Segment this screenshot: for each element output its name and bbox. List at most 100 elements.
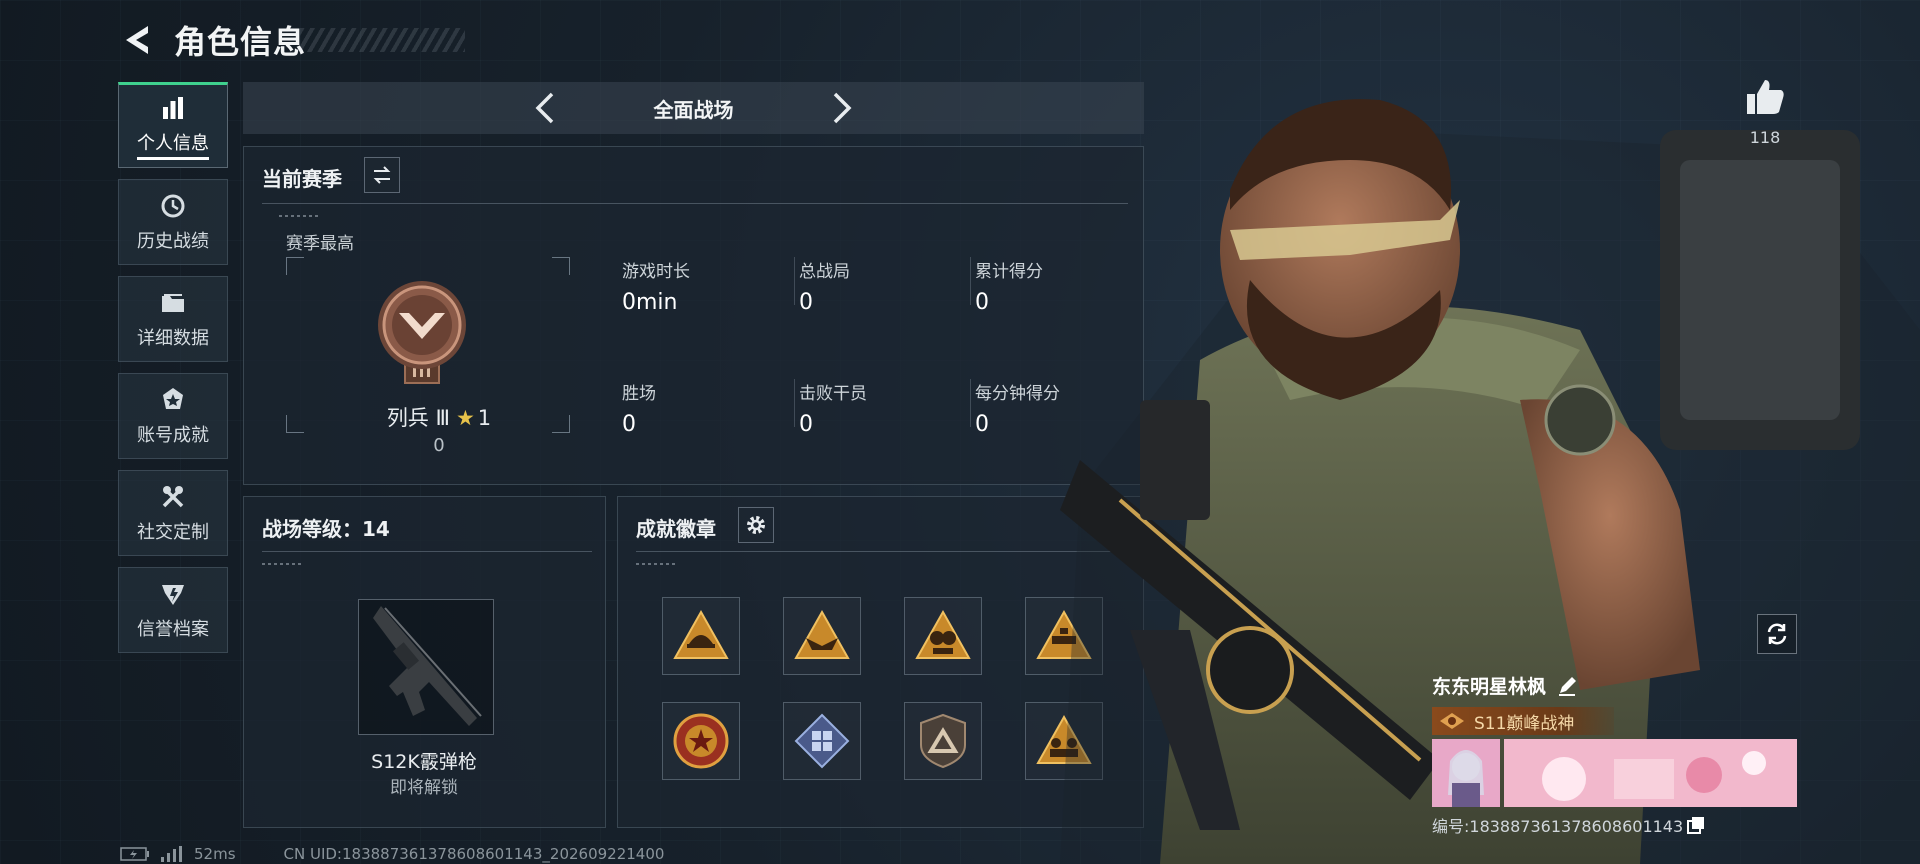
card-images <box>1432 739 1802 807</box>
badge-slot[interactable] <box>904 597 982 675</box>
nav-item-achievements[interactable]: 账号成就 <box>118 373 228 459</box>
nav-label: 社交定制 <box>137 522 209 543</box>
thumbs-up-icon[interactable] <box>1745 78 1785 116</box>
history-clock-icon <box>161 194 185 218</box>
gear-icon <box>747 516 765 534</box>
divider-ticks <box>262 563 302 565</box>
divider-ticks <box>279 215 319 217</box>
stat-label: 胜场 <box>622 384 656 404</box>
nav-label: 账号成就 <box>137 425 209 446</box>
back-arrow-icon[interactable] <box>120 22 156 58</box>
chevron-left-icon[interactable] <box>528 90 564 126</box>
footer-uid: CN UID:18388736137860860114​3_2026092214… <box>283 845 665 863</box>
rotate-view-button[interactable] <box>1757 614 1797 654</box>
player-banner[interactable] <box>1504 739 1797 807</box>
side-nav: 个人信息 历史战绩 详细数据 账号成就 社交定制 信誉档案 <box>118 82 228 664</box>
player-title-plate[interactable]: S11巅峰战神 <box>1432 707 1614 735</box>
season-best-label: 赛季最高 <box>286 234 354 254</box>
player-name: 东东明星林枫 <box>1432 676 1547 698</box>
stat-divider <box>970 379 971 427</box>
divider-ticks <box>636 563 676 565</box>
badge-slot[interactable] <box>904 702 982 780</box>
nav-item-personal-info[interactable]: 个人信息 <box>118 82 228 168</box>
shotgun-image <box>373 606 482 726</box>
rank-stars: 1 <box>477 406 492 430</box>
stat-value: 0 <box>799 412 813 437</box>
player-title: S11巅峰战神 <box>1474 713 1575 734</box>
crate-badge-icon <box>794 713 850 769</box>
copy-icon[interactable] <box>1687 816 1705 834</box>
stat-divider <box>794 257 795 305</box>
rank-name-text: 列兵 Ⅲ <box>386 406 450 430</box>
shield-badge-icon <box>920 713 966 769</box>
nav-label: 信誉档案 <box>137 619 209 640</box>
player-uid-row: 编号:18388736137860860114​3 <box>1432 813 1802 837</box>
season-divider <box>262 203 1128 204</box>
status-footer: 52ms CN UID:18388736137860860114​3_20260… <box>120 844 664 864</box>
player-uid: 编号:18388736137860860114​3 <box>1432 817 1684 836</box>
battery-icon <box>120 847 149 861</box>
signal-icon <box>161 846 182 862</box>
weapon-unlock-status: 即将解锁 <box>390 778 458 798</box>
stat-value: 0 <box>799 290 813 315</box>
rank-name: 列兵 Ⅲ ★ 1 <box>339 402 539 432</box>
stat-play-time: 游戏时长 0min <box>622 257 792 315</box>
star-icon: ★ <box>455 406 475 430</box>
nav-item-detailed-data[interactable]: 详细数据 <box>118 276 228 362</box>
badge-settings-button[interactable] <box>738 507 774 543</box>
level-divider <box>262 551 592 552</box>
player-name-row: 东东明星林枫 <box>1432 672 1802 699</box>
nav-item-reputation[interactable]: 信誉档案 <box>118 567 228 653</box>
battlefield-level-panel: 战场等级：14 S12K霰弹枪 即将解锁 <box>243 496 606 828</box>
rank-points: 0 <box>433 435 445 456</box>
nav-label: 个人信息 <box>137 129 209 160</box>
stat-label: 总战局 <box>799 262 850 282</box>
badges-title: 成就徽章 <box>636 517 716 541</box>
nav-label: 详细数据 <box>137 328 209 349</box>
stat-kills: 击败干员 0 <box>799 379 969 437</box>
ping-value: 52ms <box>194 845 236 863</box>
season-switch-button[interactable] <box>364 157 400 193</box>
stat-value: 0 <box>622 412 636 437</box>
stat-divider <box>970 257 971 305</box>
stat-label: 击败干员 <box>799 384 867 404</box>
medal-badge-icon <box>673 713 729 769</box>
achievement-icon <box>163 388 183 409</box>
nav-item-social[interactable]: 社交定制 <box>118 470 228 556</box>
folder-icon <box>162 294 184 312</box>
stat-divider <box>794 379 795 427</box>
weapon-reward-slot[interactable] <box>358 599 494 735</box>
stat-value: 0min <box>622 290 678 315</box>
reputation-icon <box>162 585 184 605</box>
badge-slot[interactable] <box>662 702 740 780</box>
stat-total-matches: 总战局 0 <box>799 257 969 315</box>
edit-pencil-icon[interactable] <box>1556 675 1578 697</box>
rank-emblem-icon <box>378 281 466 384</box>
bar-chart-icon <box>163 96 183 119</box>
eagle-badge-icon <box>794 609 850 659</box>
grenade-badge-icon <box>915 609 971 659</box>
player-card: 东东明星林枫 S11巅峰战神 编号:18388736137860860114​3 <box>1432 672 1802 837</box>
refresh-icon <box>1767 623 1787 645</box>
mode-selector: 全面战场 <box>243 82 1144 134</box>
swap-icon <box>373 166 391 184</box>
nav-label: 历史战绩 <box>137 231 209 252</box>
season-panel: 当前赛季 赛季最高 列兵 Ⅲ ★ 1 0 游戏时长 0min 总战局 0 累计得分 … <box>243 146 1144 485</box>
stat-label: 游戏时长 <box>622 262 690 282</box>
tools-icon <box>162 486 184 508</box>
season-title: 当前赛季 <box>262 167 342 191</box>
chevron-right-icon[interactable] <box>823 90 859 126</box>
mode-label: 全面战场 <box>653 97 734 122</box>
helmet-badge-icon <box>673 609 729 659</box>
nav-item-history[interactable]: 历史战绩 <box>118 179 228 265</box>
page-title: 角色信息 <box>174 23 307 61</box>
weapon-name: S12K霰弹枪 <box>371 751 477 773</box>
badge-slot[interactable] <box>783 702 861 780</box>
title-decoration <box>300 28 465 52</box>
badge-slot[interactable] <box>783 597 861 675</box>
like-count: 118 <box>1749 128 1781 147</box>
stat-wins: 胜场 0 <box>622 379 792 437</box>
badge-slot[interactable] <box>662 597 740 675</box>
title-emblem-icon <box>1440 713 1464 729</box>
player-avatar[interactable] <box>1432 739 1500 807</box>
